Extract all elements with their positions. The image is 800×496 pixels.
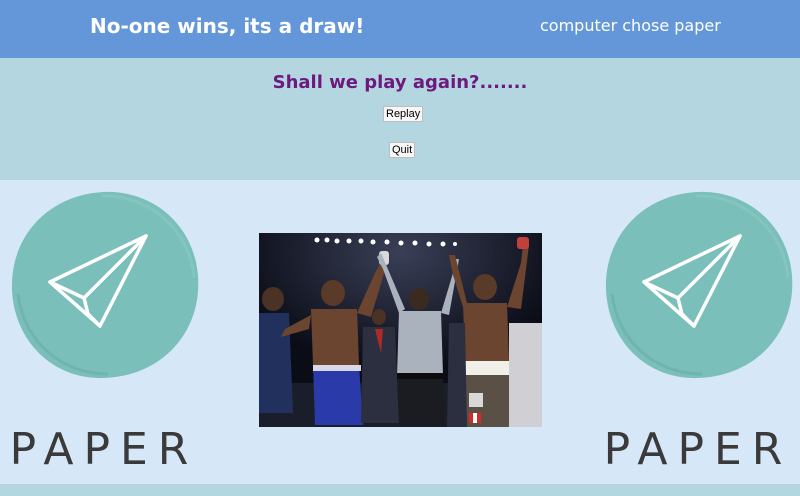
result-text: No-one wins, its a draw! [90,14,365,38]
quit-button[interactable]: Quit [389,142,416,158]
computer-choice-text: computer chose paper [540,16,721,35]
bottom-strip [0,484,800,496]
game-page: No-one wins, its a draw! computer chose … [0,0,800,496]
player-choice-card: PAPER [4,184,204,484]
paper-plane-icon [605,191,793,379]
player-choice-label: PAPER [9,424,199,475]
replay-question: Shall we play again?....... [272,72,528,93]
replay-button[interactable]: Replay [383,106,424,122]
result-header: No-one wins, its a draw! computer chose … [0,0,800,58]
replay-section: Shall we play again?....... Replay Quit [0,58,800,180]
boxing-photo [259,233,542,427]
paper-plane-icon [11,191,199,379]
boxing-match-image [259,233,542,427]
computer-choice-label: PAPER [603,424,793,475]
computer-choice-card: PAPER [598,184,798,484]
